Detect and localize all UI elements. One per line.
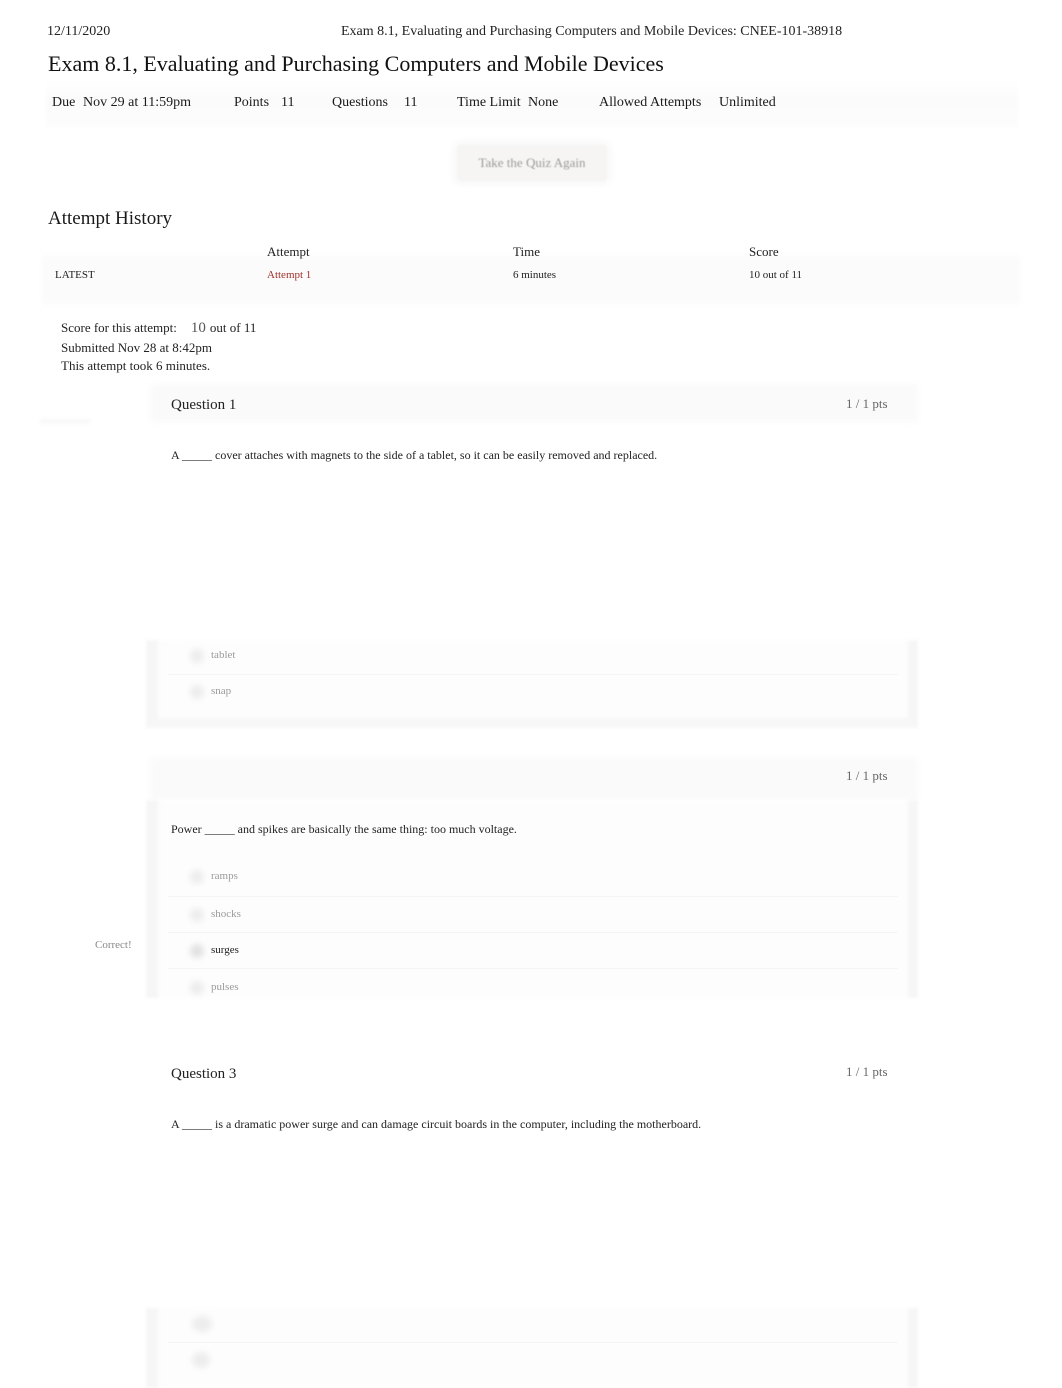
print-header-title: Exam 8.1, Evaluating and Purchasing Comp… <box>341 24 843 39</box>
question-title: Question 3 <box>171 1066 237 1082</box>
points-value: 11 <box>281 95 295 110</box>
radio-icon[interactable] <box>190 870 204 884</box>
questions-value: 11 <box>404 95 418 110</box>
attempt-score: 10 out of 11 <box>749 269 803 281</box>
answer-divider <box>168 674 898 675</box>
score-value: 10 <box>190 320 206 336</box>
column-header-time: Time <box>513 244 540 259</box>
answer-divider <box>168 932 898 933</box>
attempt-duration: This attempt took 6 minutes. <box>61 358 211 373</box>
answer-label: snap <box>211 685 232 697</box>
question-text: Power _____ and spikes are basically the… <box>171 822 517 836</box>
allowed-attempts-label: Allowed Attempts <box>599 95 702 110</box>
answers-box <box>146 1308 918 1388</box>
score-out-of: out of 11 <box>209 320 257 335</box>
column-header-score: Score <box>749 244 779 259</box>
attempt-1-link[interactable]: Attempt 1 <box>267 269 311 281</box>
answer-label: shocks <box>211 908 241 920</box>
answer-label: pulses <box>211 981 239 993</box>
question-points: 1 / 1 pts <box>846 396 888 411</box>
time-limit-label: Time Limit <box>457 95 521 110</box>
answer-label: surges <box>211 944 239 956</box>
question-text: A _____ is a dramatic power surge and ca… <box>171 1117 702 1131</box>
question-header-background <box>150 384 918 422</box>
answer-divider <box>168 896 898 897</box>
answers-box <box>146 640 918 728</box>
question-points: 1 / 1 pts <box>846 768 888 783</box>
correct-feedback: Correct! <box>95 939 132 951</box>
question-title: Question 1 <box>171 397 237 413</box>
radio-icon[interactable] <box>190 685 204 699</box>
answer-divider <box>168 968 898 969</box>
due-value: Nov 29 at 11:59pm <box>83 95 191 110</box>
submitted-time: Submitted Nov 28 at 8:42pm <box>61 340 212 355</box>
score-summary: Score for this attempt: 10 out of 11 <box>61 320 256 337</box>
time-limit-value: None <box>528 95 559 110</box>
radio-icon[interactable] <box>190 981 204 995</box>
latest-tag: LATEST <box>55 269 95 281</box>
radio-icon[interactable] <box>192 1352 210 1368</box>
take-quiz-again-button[interactable]: Take the Quiz Again <box>457 145 607 181</box>
radio-icon[interactable] <box>190 649 204 663</box>
radio-selected-icon[interactable] <box>190 944 204 958</box>
attempt-history-title: Attempt History <box>48 208 173 229</box>
answer-label: ramps <box>211 870 238 882</box>
radio-icon[interactable] <box>192 1316 212 1332</box>
points-label: Points <box>234 95 270 110</box>
column-header-attempt: Attempt <box>267 244 310 259</box>
side-divider <box>40 420 90 423</box>
question-header-background <box>150 758 918 800</box>
due-label: Due <box>52 95 76 110</box>
print-date: 12/11/2020 <box>47 24 111 39</box>
attempt-time: 6 minutes <box>513 269 557 281</box>
allowed-attempts-value: Unlimited <box>719 95 776 110</box>
answer-label: tablet <box>211 649 236 661</box>
score-label: Score for this attempt: <box>61 320 177 335</box>
question-text: A _____ cover attaches with magnets to t… <box>171 448 658 462</box>
page-title: Exam 8.1, Evaluating and Purchasing Comp… <box>48 51 664 76</box>
answer-divider <box>168 1342 898 1343</box>
question-points: 1 / 1 pts <box>846 1064 888 1079</box>
questions-label: Questions <box>332 95 388 110</box>
radio-icon[interactable] <box>190 908 204 922</box>
